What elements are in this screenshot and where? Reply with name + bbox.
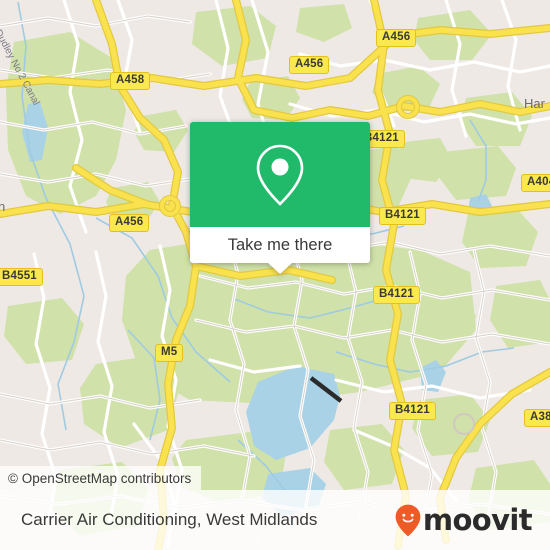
road-shield-m5: M5 xyxy=(155,344,184,362)
road-shield-b4551: B4551 xyxy=(0,268,43,286)
map-pin-icon xyxy=(256,144,304,206)
osm-attribution-text: © OpenStreetMap contributors xyxy=(8,470,192,486)
callout-pointer xyxy=(268,263,292,274)
take-me-there-label: Take me there xyxy=(227,235,333,254)
road-shield-a458: A458 xyxy=(110,72,151,90)
road-shield-a456-top: A456 xyxy=(289,56,330,74)
location-callout-card[interactable]: Take me there xyxy=(190,122,370,274)
place-label-truncated-left: n xyxy=(0,199,6,214)
moovit-logo[interactable]: moovit xyxy=(395,502,533,537)
callout-icon-panel xyxy=(190,122,370,227)
map-screenshot-root: Dudley No 2 Canal Har n A456 A458 A456 B… xyxy=(0,0,550,550)
osm-attribution[interactable]: © OpenStreetMap contributors xyxy=(0,466,202,490)
road-shield-b4121-south: B4121 xyxy=(389,402,436,420)
road-shield-a38: A38 xyxy=(524,409,550,427)
road-shield-a404: A404 xyxy=(521,174,550,192)
moovit-smiley-pin-icon xyxy=(395,504,421,536)
moovit-wordmark: moovit xyxy=(422,502,533,537)
road-shield-a456-north: A456 xyxy=(376,29,417,47)
road-shield-b4121-lower-mid: B4121 xyxy=(373,286,420,304)
bottom-info-bar: Carrier Air Conditioning, West Midlands … xyxy=(0,490,550,550)
place-label-har: Har xyxy=(524,96,545,111)
road-shield-a456-west: A456 xyxy=(109,214,150,232)
road-shield-b4121-mid: B4121 xyxy=(379,207,426,225)
location-title: Carrier Air Conditioning, West Midlands xyxy=(21,510,318,529)
callout-action-panel[interactable]: Take me there xyxy=(190,227,370,274)
